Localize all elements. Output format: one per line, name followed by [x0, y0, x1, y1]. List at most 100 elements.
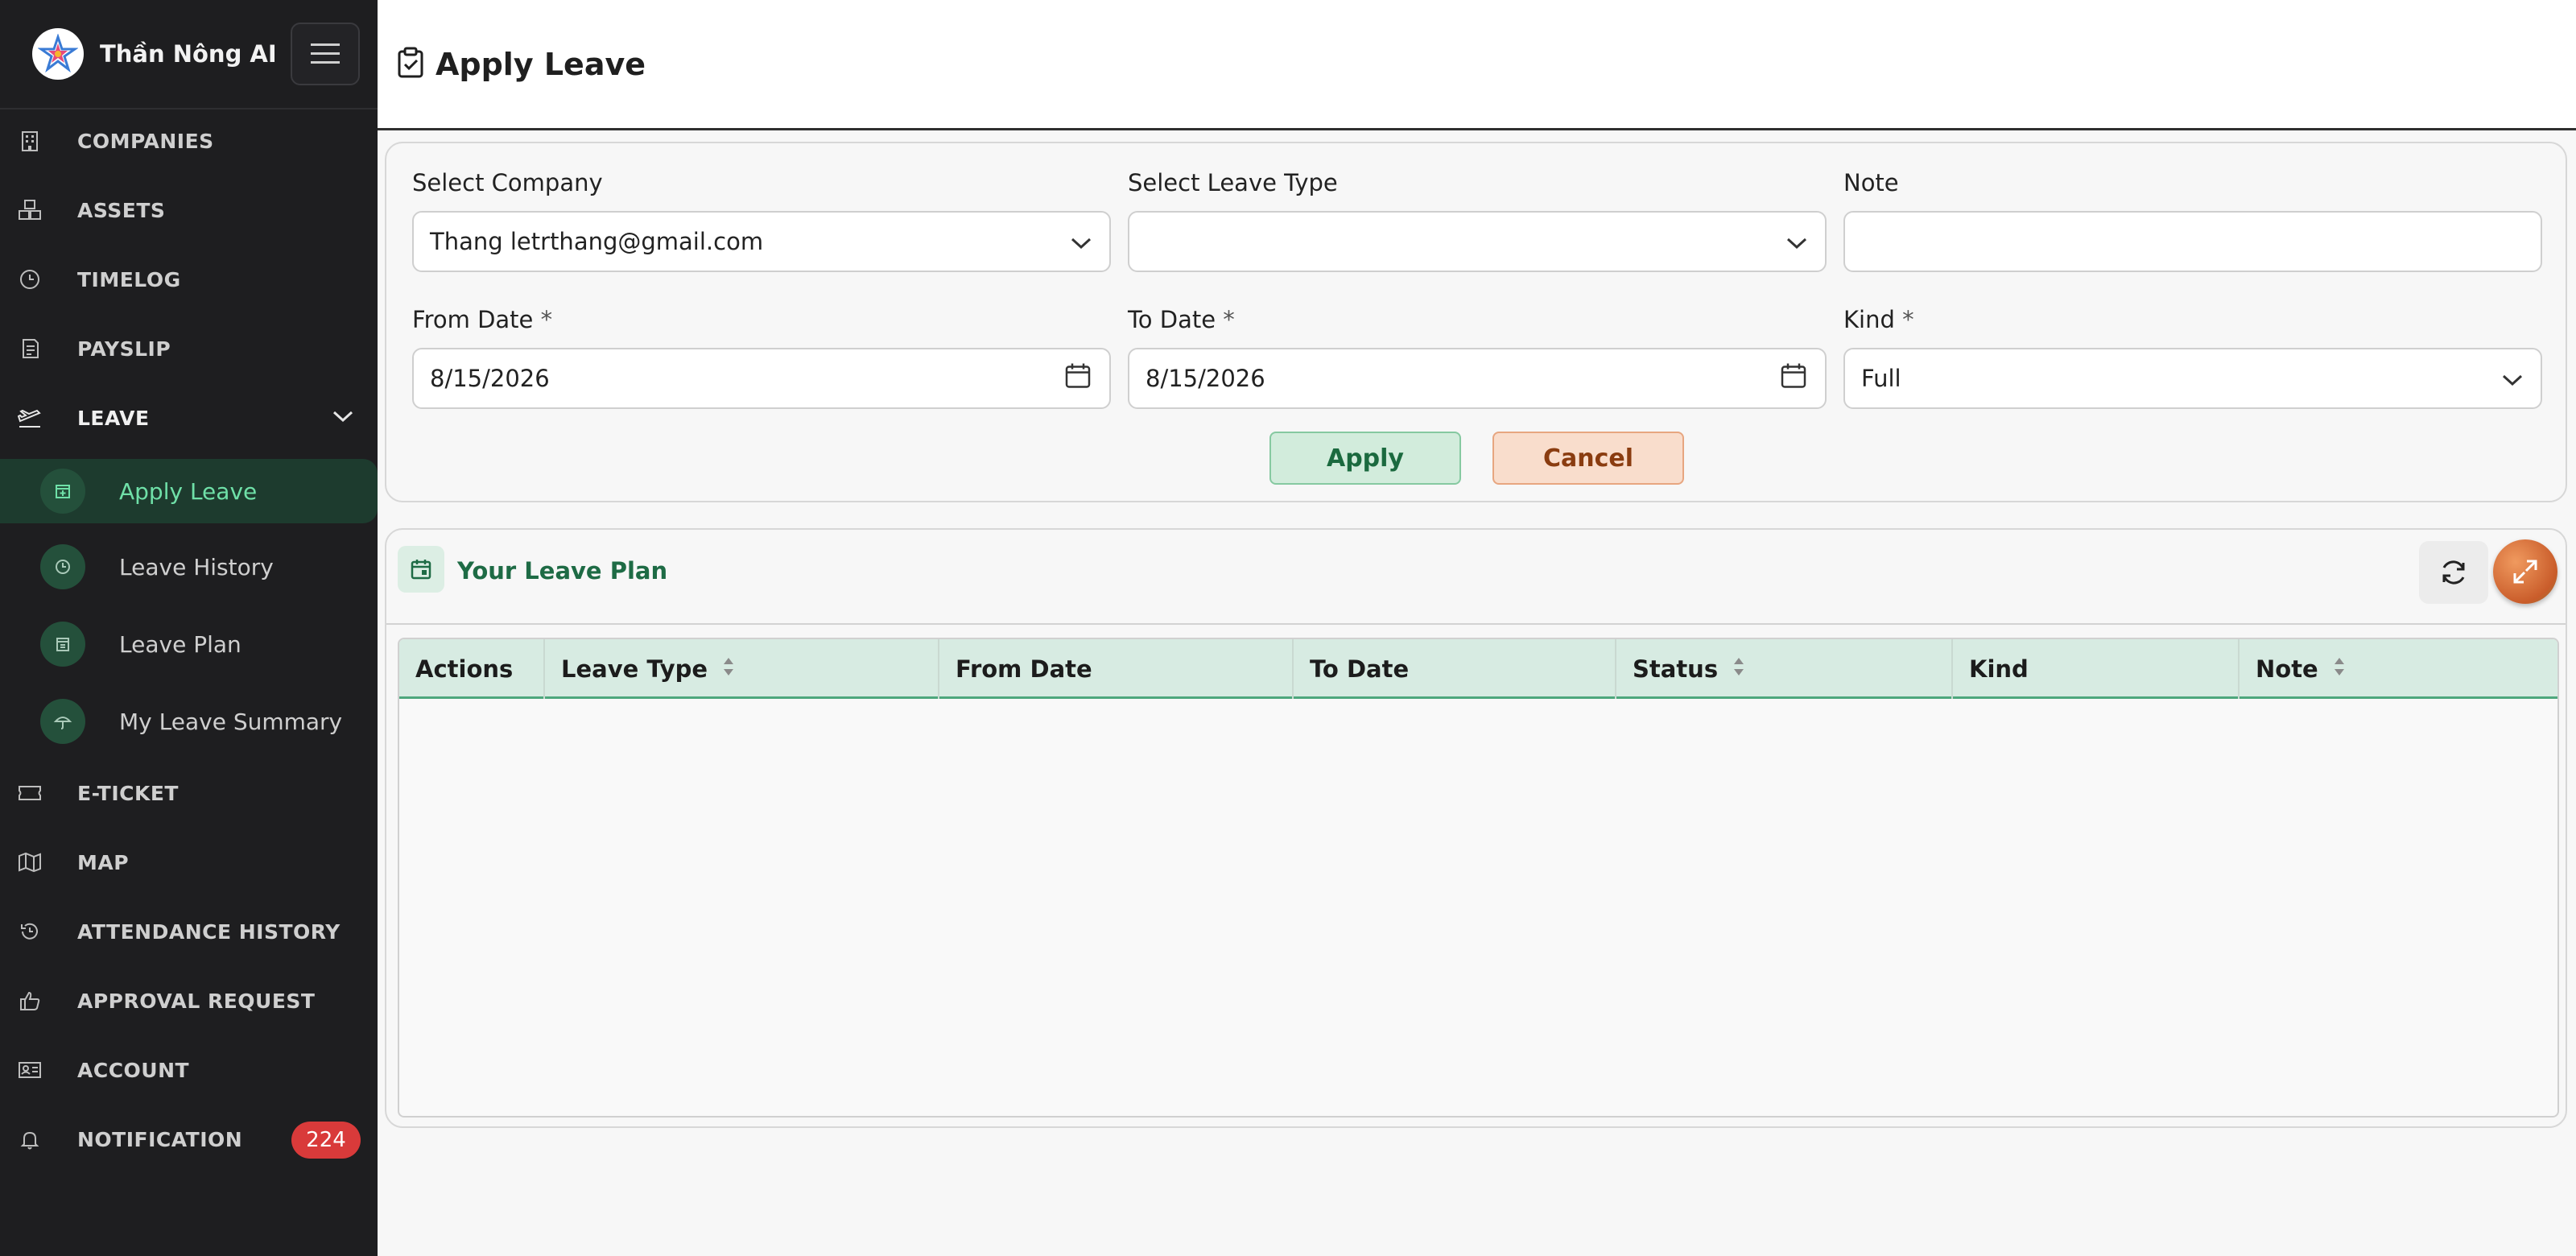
menu-toggle-button[interactable] [291, 23, 360, 85]
sidebar-subitem-label: My Leave Summary [119, 708, 343, 735]
column-header-kind: Kind [1953, 639, 2240, 699]
to-date-input[interactable]: 8/15/2026 [1128, 348, 1827, 409]
building-icon [18, 129, 42, 153]
sidebar-item-label: ATTENDANCE HISTORY [77, 919, 341, 944]
sidebar-subitem-my-leave-summary[interactable]: My Leave Summary [0, 689, 378, 754]
leave-plan-title: Your Leave Plan [457, 557, 668, 585]
chevron-down-icon [332, 410, 353, 426]
notification-count-badge: 224 [291, 1122, 361, 1159]
sidebar-subitem-label: Apply Leave [119, 477, 258, 505]
apply-leave-form: Select Company Select Leave Type Note Th… [385, 142, 2567, 502]
chevron-down-icon [1071, 228, 1092, 255]
app-name: Thần Nông AI [100, 40, 277, 68]
history-icon [18, 919, 42, 944]
sidebar-item-label: ACCOUNT [77, 1058, 190, 1082]
sidebar-item-payslip[interactable]: PAYSLIP [0, 314, 378, 383]
calendar-icon[interactable] [1780, 362, 1807, 395]
sidebar-item-label: NOTIFICATION [77, 1127, 243, 1151]
leave-plan-panel: Your Leave Plan Actions Leave Type From … [385, 528, 2567, 1128]
clipboard-check-icon [397, 47, 424, 82]
to-date-value: 8/15/2026 [1146, 365, 1265, 392]
sort-icon[interactable] [722, 655, 735, 683]
sidebar-subitem-apply-leave[interactable]: Apply Leave [0, 459, 378, 523]
note-label: Note [1843, 169, 1899, 196]
map-icon [18, 850, 42, 874]
company-select[interactable]: Thang letrthang@gmail.com [412, 211, 1111, 272]
sidebar-item-assets[interactable]: ASSETS [0, 176, 378, 245]
refresh-button[interactable] [2419, 541, 2488, 604]
sidebar-item-map[interactable]: MAP [0, 828, 378, 897]
column-header-note[interactable]: Note [2240, 639, 2557, 699]
chevron-down-icon [2502, 365, 2523, 392]
id-card-icon [18, 1058, 42, 1082]
column-header-from-date: From Date [939, 639, 1294, 699]
leave-type-select[interactable] [1128, 211, 1827, 272]
sidebar-subitem-label: Leave Plan [119, 630, 242, 658]
sidebar-header: Thần Nông AI [0, 0, 378, 109]
sidebar-subitem-label: Leave History [119, 553, 274, 580]
ticket-icon [18, 781, 42, 805]
kind-select[interactable]: Full [1843, 348, 2542, 409]
sidebar-subitem-leave-plan[interactable]: Leave Plan [0, 612, 378, 676]
expand-icon [2513, 560, 2537, 584]
boxes-icon [18, 198, 42, 222]
bell-icon [18, 1127, 42, 1151]
company-select-value: Thang letrthang@gmail.com [430, 228, 764, 255]
sidebar-item-label: COMPANIES [77, 129, 214, 153]
sidebar-item-approval-request[interactable]: APPROVAL REQUEST [0, 966, 378, 1035]
select-leave-type-label: Select Leave Type [1128, 169, 1338, 196]
kind-select-value: Full [1861, 365, 1901, 392]
sidebar-subitem-leave-history[interactable]: Leave History [0, 535, 378, 599]
column-header-actions: Actions [399, 639, 545, 699]
from-date-label: From Date * [412, 306, 553, 333]
sidebar-item-label: APPROVAL REQUEST [77, 989, 316, 1013]
calendar-icon [398, 546, 444, 593]
sidebar-item-companies[interactable]: COMPANIES [0, 106, 378, 176]
sidebar: Thần Nông AI COMPANIES ASSETS TIMELOG PA… [0, 0, 378, 1256]
chevron-down-icon [1786, 228, 1807, 255]
sidebar-item-label: PAYSLIP [77, 337, 171, 361]
sidebar-item-label: E-TICKET [77, 781, 179, 805]
sidebar-item-timelog[interactable]: TIMELOG [0, 245, 378, 314]
receipt-icon [18, 337, 42, 361]
sidebar-item-label: LEAVE [77, 406, 150, 430]
table-header-row: Actions Leave Type From Date To Date Sta… [399, 639, 2557, 699]
thumbs-up-icon [18, 989, 42, 1013]
sort-icon[interactable] [1732, 655, 1745, 683]
select-company-label: Select Company [412, 169, 603, 196]
leave-plan-header: Your Leave Plan [386, 530, 2566, 625]
sidebar-item-e-ticket[interactable]: E-TICKET [0, 758, 378, 828]
expand-button[interactable] [2493, 539, 2557, 604]
page-header: Apply Leave [378, 0, 2576, 130]
column-header-leave-type[interactable]: Leave Type [545, 639, 939, 699]
leave-plan-table: Actions Leave Type From Date To Date Sta… [398, 638, 2559, 1118]
umbrella-icon [40, 699, 85, 744]
sidebar-item-label: TIMELOG [77, 267, 181, 291]
sort-icon[interactable] [2333, 655, 2346, 683]
sidebar-item-notification[interactable]: NOTIFICATION 224 [0, 1105, 378, 1174]
hamburger-icon [311, 43, 340, 64]
calendar-icon[interactable] [1064, 362, 1092, 395]
star-logo-icon [38, 34, 78, 73]
clock-icon [18, 267, 42, 291]
page-title: Apply Leave [436, 46, 646, 82]
apply-button[interactable]: Apply [1269, 432, 1461, 485]
calendar-plus-icon [40, 469, 85, 514]
sidebar-item-leave[interactable]: LEAVE [0, 383, 378, 452]
column-header-status[interactable]: Status [1616, 639, 1953, 699]
column-header-to-date: To Date [1294, 639, 1616, 699]
sidebar-item-label: MAP [77, 850, 130, 874]
sidebar-item-account[interactable]: ACCOUNT [0, 1035, 378, 1105]
from-date-input[interactable]: 8/15/2026 [412, 348, 1111, 409]
sidebar-item-label: ASSETS [77, 198, 166, 222]
plane-departure-icon [18, 406, 42, 430]
app-logo[interactable] [32, 28, 84, 80]
note-input[interactable] [1843, 211, 2542, 272]
calendar-icon [40, 622, 85, 667]
refresh-icon [2442, 560, 2465, 585]
kind-label: Kind * [1843, 306, 1914, 333]
sidebar-item-attendance-history[interactable]: ATTENDANCE HISTORY [0, 897, 378, 966]
to-date-label: To Date * [1128, 306, 1235, 333]
cancel-button[interactable]: Cancel [1492, 432, 1684, 485]
from-date-value: 8/15/2026 [430, 365, 550, 392]
